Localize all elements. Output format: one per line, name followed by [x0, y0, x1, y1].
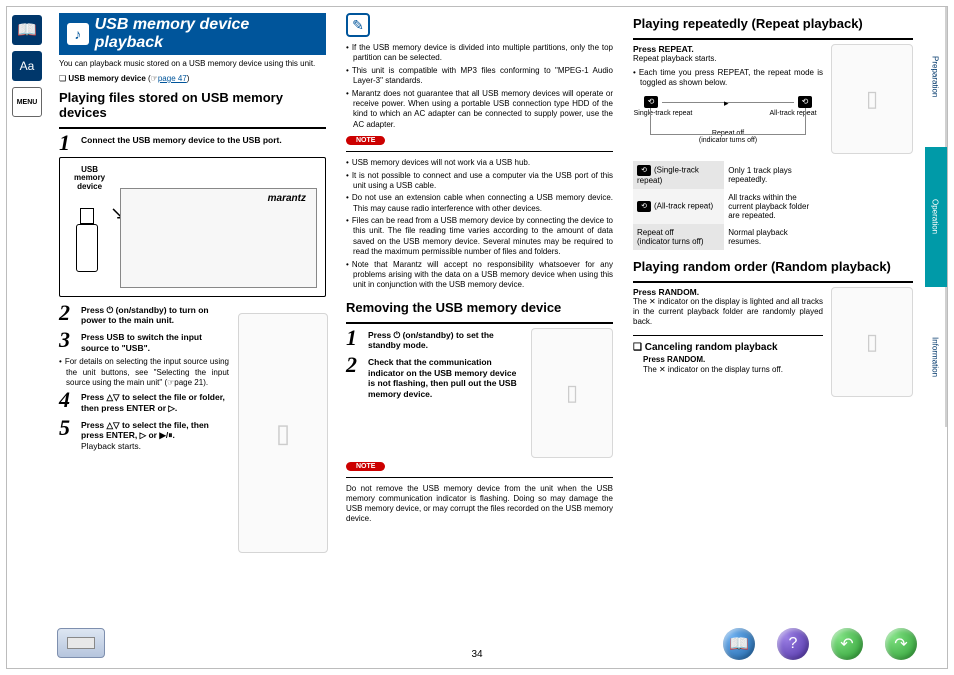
- single-repeat-icon: ⟲: [644, 96, 658, 108]
- diag-all: All-track repeat: [758, 110, 828, 117]
- repeat-sub: Repeat playback starts.: [633, 54, 823, 64]
- page-number: 34: [471, 649, 482, 660]
- usb-connection-diagram: USB memory device ↘: [59, 157, 326, 297]
- page-title: USB memory device playback: [95, 16, 318, 52]
- page-47-link[interactable]: page 47: [158, 74, 187, 83]
- cancel-step1: Press RANDOM.: [643, 355, 823, 365]
- intro-text: You can playback music stored on a USB m…: [59, 59, 326, 68]
- cancel-random-heading: ❏ Canceling random playback: [633, 342, 823, 353]
- usb-link-line: ❏ USB memory device (☞page 47): [59, 74, 326, 83]
- note-badge-2: NOTE: [346, 462, 385, 471]
- table-row: Repeat off (indicator turns off)Normal p…: [633, 224, 823, 250]
- usb-label: USB memory device: [74, 166, 105, 192]
- section-playing-files: Playing files stored on USB memory devic…: [59, 91, 326, 121]
- diag-single: Single-track repeat: [628, 110, 698, 117]
- step-2: 2 Press ⏻ (on/standby) to turn on power …: [59, 303, 229, 326]
- remote-small-diagram: ▯: [531, 328, 613, 458]
- note-bullet-1: USB memory devices will not work via a U…: [346, 158, 613, 168]
- note-bullet-3: Do not use an extension cable when conne…: [346, 193, 613, 214]
- bottom-nav: 📖 ? ↶ ↷: [723, 628, 917, 660]
- contents-icon[interactable]: 📖: [12, 15, 42, 45]
- music-note-icon: ♪: [67, 23, 89, 45]
- section-repeat: Playing repeatedly (Repeat playback): [633, 17, 913, 32]
- cancel-step2: The ✕ indicator on the display turns off…: [643, 365, 783, 374]
- col2-bullet-3: Marantz does not guarantee that all USB …: [346, 89, 613, 131]
- tab-operation[interactable]: Operation: [925, 147, 947, 287]
- note-badge: NOTE: [346, 136, 385, 145]
- device-front-panel: [120, 188, 317, 288]
- tab-information[interactable]: Information: [925, 287, 947, 427]
- note-bullet-5: Note that Marantz will accept no respons…: [346, 260, 613, 291]
- step-1: 1 Connect the USB memory device to the U…: [59, 133, 326, 153]
- section-removing-usb: Removing the USB memory device: [346, 301, 613, 316]
- tab-preparation[interactable]: Preparation: [925, 7, 947, 147]
- remove-note-text: Do not remove the USB memory device from…: [346, 484, 613, 524]
- single-repeat-icon: ⟲: [637, 165, 651, 176]
- press-repeat: Press REPEAT.: [633, 44, 694, 54]
- col2-bullet-1: If the USB memory device is divided into…: [346, 43, 613, 64]
- col2-bullet-2: This unit is compatible with MP3 files c…: [346, 66, 613, 87]
- font-size-icon[interactable]: Aa: [12, 51, 42, 81]
- step-3: 3 Press USB to switch the input source t…: [59, 330, 229, 353]
- section-random: Playing random order (Random playback): [633, 260, 913, 275]
- repeat-each: Each time you press REPEAT, the repeat m…: [633, 68, 823, 89]
- remote-repeat-diagram: ▯: [831, 44, 913, 154]
- repeat-mode-table: ⟲(Single-track repeat)Only 1 track plays…: [633, 161, 823, 250]
- diag-off: Repeat off (indicator turns off): [634, 130, 822, 144]
- step3-note: For details on selecting the input sourc…: [59, 357, 229, 388]
- nav-contents-button[interactable]: 📖: [723, 628, 755, 660]
- device-thumbnail[interactable]: [57, 628, 105, 658]
- column-3: Playing repeatedly (Repeat playback) Pre…: [623, 7, 923, 668]
- remote-random-diagram: ▯: [831, 287, 913, 397]
- column-2: ✎ If the USB memory device is divided in…: [336, 7, 623, 668]
- all-repeat-icon: ⟲: [637, 201, 651, 212]
- note-bullet-2: It is not possible to connect and use a …: [346, 171, 613, 192]
- random-text: The ✕ indicator on the display is lighte…: [633, 297, 823, 327]
- section-tabs: Preparation Operation Information: [925, 7, 947, 427]
- remote-control-diagram: ▯: [238, 313, 328, 553]
- nav-help-button[interactable]: ?: [777, 628, 809, 660]
- nav-forward-button[interactable]: ↷: [885, 628, 917, 660]
- remove-step-1: 1 Press ⏻ (on/standby) to set the standb…: [346, 328, 525, 351]
- nav-back-button[interactable]: ↶: [831, 628, 863, 660]
- page-title-bar: ♪ USB memory device playback: [59, 13, 326, 55]
- step-5: 5 Press △▽ to select the file, then pres…: [59, 418, 229, 452]
- pencil-icon: ✎: [346, 13, 370, 37]
- step-4: 4 Press △▽ to select the file or folder,…: [59, 390, 229, 413]
- column-1: ♪ USB memory device playback You can pla…: [49, 7, 336, 668]
- divider: [59, 127, 326, 129]
- remove-step-2: 2 Check that the communication indicator…: [346, 355, 525, 400]
- table-row: ⟲(All-track repeat)All tracks within the…: [633, 189, 823, 224]
- all-repeat-icon: ⟲: [798, 96, 812, 108]
- repeat-mode-diagram: ⟲ ⟲ ▸ Single-track repeat All-track repe…: [633, 93, 823, 157]
- usb-stick-drawing: [70, 208, 104, 278]
- left-nav-rail: 📖 Aa MENU: [7, 7, 47, 668]
- menu-icon[interactable]: MENU: [12, 87, 42, 117]
- press-random: Press RANDOM.: [633, 287, 699, 297]
- note-bullet-4: Files can be read from a USB memory devi…: [346, 216, 613, 258]
- table-row: ⟲(Single-track repeat)Only 1 track plays…: [633, 161, 823, 189]
- arrow-right-icon: ▸: [724, 98, 729, 109]
